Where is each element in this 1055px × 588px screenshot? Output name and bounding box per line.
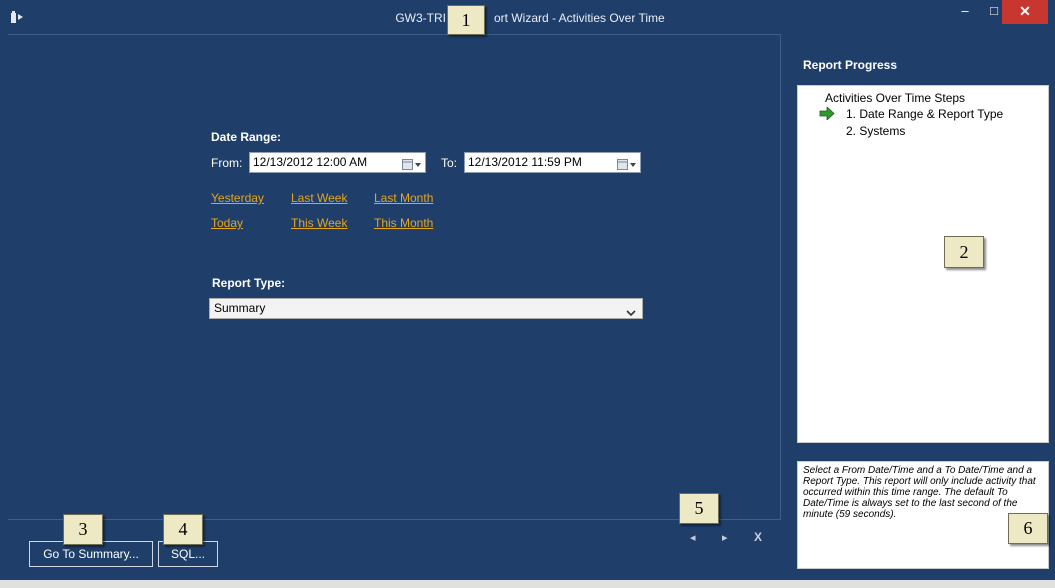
app-icon[interactable] <box>10 9 26 25</box>
report-type-selected: Summary <box>214 301 266 315</box>
calendar-dropdown-icon[interactable] <box>617 157 637 170</box>
to-datetime-picker[interactable]: 12/13/2012 11:59 PM <box>464 152 641 173</box>
current-step-arrow-icon <box>819 106 835 123</box>
progress-step: 2. Systems <box>846 124 906 138</box>
last-month-link[interactable]: Last Month <box>374 191 433 205</box>
report-type-select[interactable]: Summary <box>209 298 643 319</box>
today-link[interactable]: Today <box>211 216 243 230</box>
help-text: Select a From Date/Time and a To Date/Ti… <box>803 465 1036 520</box>
callout-2: 2 <box>944 236 984 268</box>
to-datetime-value: 12/13/2012 11:59 PM <box>468 155 582 169</box>
previous-button[interactable]: ◂ <box>690 531 696 544</box>
to-label: To: <box>441 156 458 170</box>
callout-1: 1 <box>447 5 485 35</box>
this-week-link[interactable]: This Week <box>291 216 347 230</box>
progress-root-item: Activities Over Time Steps <box>825 91 966 105</box>
callout-3: 3 <box>63 514 103 545</box>
callout-4: 4 <box>163 514 203 545</box>
from-datetime-picker[interactable]: 12/13/2012 12:00 AM <box>249 152 426 173</box>
from-datetime-value: 12/13/2012 12:00 AM <box>253 155 368 169</box>
report-progress-heading: Report Progress <box>803 58 898 72</box>
window-title: GW3-TRI ort Wizard - Activities Over Time <box>395 11 665 25</box>
report-type-heading: Report Type: <box>212 276 286 290</box>
calendar-dropdown-icon[interactable] <box>402 157 422 170</box>
bottom-edge <box>0 580 1055 588</box>
chevron-down-icon <box>626 304 636 323</box>
cancel-button[interactable]: X <box>754 530 762 544</box>
this-month-link[interactable]: This Month <box>374 216 433 230</box>
date-range-heading: Date Range: <box>211 130 282 144</box>
callout-5: 5 <box>679 493 719 524</box>
callout-6: 6 <box>1008 513 1048 544</box>
last-week-link[interactable]: Last Week <box>291 191 347 205</box>
wizard-main-panel <box>8 34 781 520</box>
next-button[interactable]: ▸ <box>722 531 728 544</box>
yesterday-link[interactable]: Yesterday <box>211 191 264 205</box>
from-label: From: <box>211 156 243 170</box>
progress-step: 1. Date Range & Report Type <box>846 107 1004 121</box>
close-button[interactable]: ✕ <box>1002 0 1048 24</box>
report-progress-tree: Activities Over Time Steps 1. Date Range… <box>797 85 1049 443</box>
